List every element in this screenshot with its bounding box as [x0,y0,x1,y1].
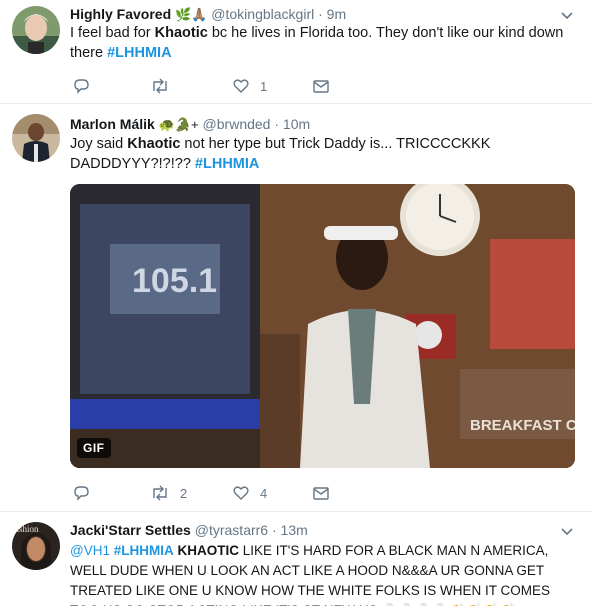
timestamp[interactable]: 10m [283,116,310,132]
gif-frame: 105.1 BREAKFAST CLUB [70,184,575,468]
name-emoji: 🌿🙏🏽 [175,7,208,22]
avatar-photo [12,6,60,54]
avatar[interactable] [12,114,60,162]
chevron-down-icon[interactable] [560,9,574,23]
tweet-header: Jacki'Starr Settles @tyrastarr6 · 13m [70,521,308,539]
text-segment: Joy said [70,136,128,152]
text-segment: I feel bad for [70,25,155,41]
avatar[interactable]: ashion [12,522,60,570]
envelope-icon [313,80,329,93]
tweet-text: I feel bad for Khaotic bc he lives in Fl… [70,23,575,63]
tweet-header: Highly Favored 🌿🙏🏽 @tokingblackgirl · 9m [70,5,346,24]
retweet-icon [153,78,167,94]
display-name[interactable]: Highly Favored [70,6,171,22]
handle[interactable]: @tyrastarr6 [195,522,268,538]
retweet-button[interactable] [150,76,170,96]
reply-icon [74,486,89,501]
tweet-3[interactable]: ashion Jacki'Starr Settles @tyrastarr6 ·… [0,512,592,606]
tweet-header: Marlon Málik 🐢🐊+ @brwnded · 10m [70,115,310,134]
hashtag[interactable]: #LHHMIA [107,45,171,61]
avatar[interactable] [12,6,60,54]
like-button[interactable]: 4 [232,483,267,503]
tweet-text: Joy said Khaotic not her type but Trick … [70,134,575,174]
tweet-1[interactable]: Highly Favored 🌿🙏🏽 @tokingblackgirl · 9m… [0,0,592,103]
retweet-button[interactable]: 2 [150,483,187,503]
heart-icon [233,79,249,93]
like-count: 1 [260,78,268,94]
avatar-text: ashion [15,524,39,534]
handle[interactable]: @brwnded [203,116,271,132]
studio-sign-text: 105.1 [132,262,217,300]
gif-badge: GIF [77,438,111,458]
display-name[interactable]: Marlon Málik [70,116,155,132]
timestamp[interactable]: 13m [281,522,308,538]
like-button[interactable]: 1 [232,76,267,96]
chevron-down-icon[interactable] [560,525,574,539]
avatar-photo [12,114,60,162]
envelope-icon [313,487,329,500]
like-count: 4 [260,485,268,501]
separator: · [274,116,280,132]
name-emoji: 🐢🐊+ [158,117,199,132]
text-bold: Khaotic [154,25,208,41]
reply-button[interactable] [72,483,90,503]
action-bar: 1 [70,76,370,96]
tweet-text: @VH1 #LHHMIA KHAOTIC LIKE IT'S HARD FOR … [70,541,580,606]
heart-icon [233,486,249,500]
hashtag[interactable]: #LHHMIA [195,156,259,172]
avatar-photo: ashion [12,522,60,570]
display-name[interactable]: Jacki'Starr Settles [70,522,191,538]
reply-icon [74,79,89,94]
separator: · [271,522,277,538]
separator: · [318,6,323,22]
gif-media[interactable]: 105.1 BREAKFAST CLUB GIF [70,184,575,468]
retweet-icon [153,485,167,501]
action-bar: 2 4 [70,483,370,503]
handle[interactable]: @tokingblackgirl [211,6,314,22]
hashtag[interactable]: #LHHMIA [114,543,174,558]
studio-sign-text: BREAKFAST CLUB [470,417,575,434]
text-bold: KHAOTIC [177,543,240,558]
timestamp[interactable]: 9m [327,6,346,22]
mention[interactable]: @VH1 [70,543,110,558]
tweet-2[interactable]: Marlon Málik 🐢🐊+ @brwnded · 10m Joy said… [0,104,592,512]
message-button[interactable] [312,76,330,96]
text-bold: Khaotic [127,136,181,152]
message-button[interactable] [312,483,330,503]
reply-button[interactable] [72,76,90,96]
retweet-count: 2 [180,485,188,501]
